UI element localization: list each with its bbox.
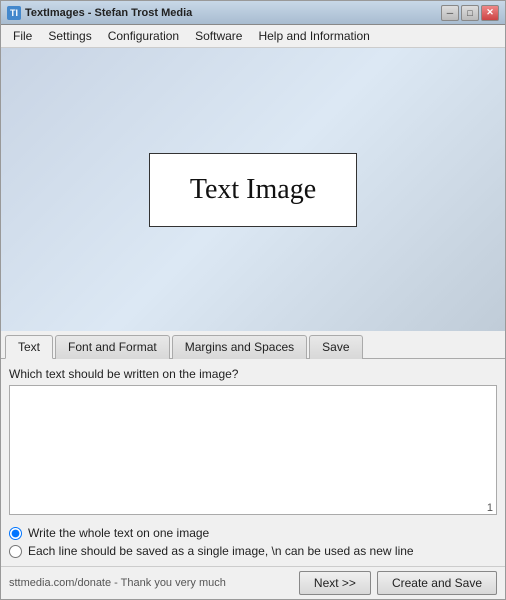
radio-each-line-label: Each line should be saved as a single im…	[28, 544, 414, 558]
text-input[interactable]	[9, 385, 497, 515]
char-count: 1	[487, 502, 493, 514]
menu-settings[interactable]: Settings	[40, 27, 99, 45]
tabs-row: Text Font and Format Margins and Spaces …	[1, 331, 505, 359]
bottom-buttons: Next >> Create and Save	[299, 571, 497, 595]
menu-software[interactable]: Software	[187, 27, 250, 45]
app-window: TI TextImages - Stefan Trost Media ─ □ ✕…	[0, 0, 506, 600]
menu-configuration[interactable]: Configuration	[100, 27, 187, 45]
maximize-button[interactable]: □	[461, 5, 479, 21]
menu-bar: File Settings Configuration Software Hel…	[1, 25, 505, 48]
tab-text[interactable]: Text	[5, 335, 53, 359]
radio-whole-text[interactable]: Write the whole text on one image	[9, 526, 497, 540]
bottom-bar: sttmedia.com/donate - Thank you very muc…	[1, 566, 505, 599]
app-icon: TI	[7, 6, 21, 20]
minimize-button[interactable]: ─	[441, 5, 459, 21]
preview-area: Text Image	[1, 48, 505, 331]
radio-group: Write the whole text on one image Each l…	[9, 526, 497, 558]
preview-text: Text Image	[190, 174, 316, 205]
tab-save[interactable]: Save	[309, 335, 362, 359]
tabs-section: Text Font and Format Margins and Spaces …	[1, 331, 505, 566]
title-bar: TI TextImages - Stefan Trost Media ─ □ ✕	[1, 1, 505, 25]
radio-each-line[interactable]: Each line should be saved as a single im…	[9, 544, 497, 558]
tab-text-content: Which text should be written on the imag…	[1, 359, 505, 566]
radio-each-line-input[interactable]	[9, 545, 22, 558]
textarea-wrapper: 1	[9, 385, 497, 518]
close-button[interactable]: ✕	[481, 5, 499, 21]
status-text: sttmedia.com/donate - Thank you very muc…	[9, 577, 226, 589]
radio-whole-input[interactable]	[9, 527, 22, 540]
menu-help[interactable]: Help and Information	[250, 27, 377, 45]
title-bar-left: TI TextImages - Stefan Trost Media	[7, 6, 192, 20]
preview-image-box: Text Image	[149, 153, 357, 227]
tab-font-format[interactable]: Font and Format	[55, 335, 170, 359]
tab-margins-spaces[interactable]: Margins and Spaces	[172, 335, 307, 359]
title-bar-buttons: ─ □ ✕	[441, 5, 499, 21]
window-title: TextImages - Stefan Trost Media	[25, 7, 192, 19]
tab-question: Which text should be written on the imag…	[9, 367, 497, 381]
menu-file[interactable]: File	[5, 27, 40, 45]
radio-whole-label: Write the whole text on one image	[28, 526, 209, 540]
create-save-button[interactable]: Create and Save	[377, 571, 497, 595]
next-button[interactable]: Next >>	[299, 571, 371, 595]
